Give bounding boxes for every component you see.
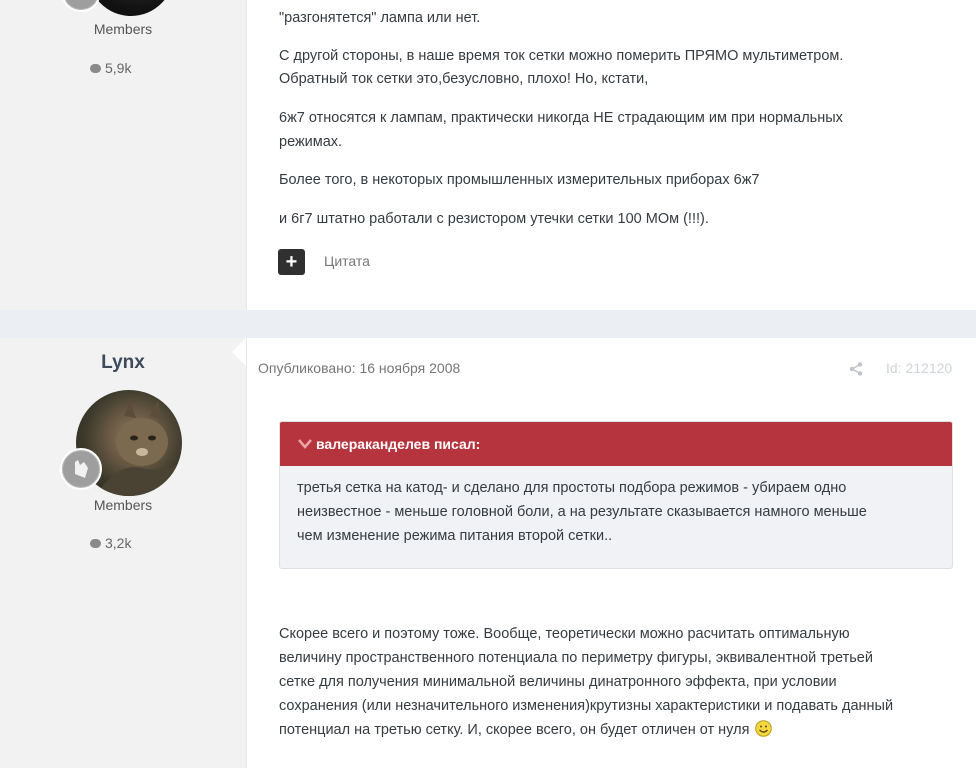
comment-icon [90,63,101,73]
chevron-down-icon [298,423,316,467]
quote-line: неизвестное - меньше головной боли, а на… [297,504,867,520]
post-text: сетке для получения минимальной величины… [279,674,837,690]
post-text: 6ж7 относятся к лампам, практически нико… [279,110,843,126]
rank-badge-icon [60,448,102,490]
post-2: Lynx Members 3,2k Опубликовано: 16 ноябр… [0,338,976,768]
post-text: Обратный ток сетки это,безусловно, плохо… [279,71,649,87]
post-text-content: потенциал на третью сетку. И, скорее все… [279,722,750,738]
quote-line: третья сетка на катод- и сделано для про… [297,480,847,496]
post-date[interactable]: Опубликовано: 16 ноября 2008 [258,360,460,376]
sidebar-arrow [232,338,246,366]
quote-body: третья сетка на катод- и сделано для про… [280,466,952,548]
post-count-value: 3,2k [105,535,132,551]
comment-icon [90,538,101,548]
quote-line: чем изменение режима питания второй сетк… [297,528,613,544]
post-count[interactable]: 3,2k [90,535,131,551]
post-count-value: 5,9k [105,60,132,76]
quote-block: валераканделев писал: третья сетка на ка… [279,421,953,569]
post-id: Id: 212120 [886,360,953,376]
post-divider [0,310,976,338]
post-text: режимах. [279,134,343,150]
avatar[interactable] [88,0,174,16]
post-count[interactable]: 5,9k [90,60,131,76]
post-1: Members 5,9k "разгонятется" лампа или не… [0,0,976,310]
post-text: Более того, в некоторых промышленных изм… [279,172,760,188]
author-sidebar: Members 5,9k [0,0,247,310]
member-rank: Members [93,21,153,37]
post-text: Скорее всего и поэтому тоже. Вообще, тео… [279,626,850,642]
smiley-emoji-icon [755,720,773,737]
post-text: величину пространственного потенциала по… [279,650,873,666]
post-text: С другой стороны, в наше время ток сетки… [279,48,844,64]
author-username[interactable]: Lynx [0,352,246,374]
quote-button[interactable]: Цитата [324,253,370,269]
rank-badge-icon [62,0,100,12]
author-sidebar: Lynx Members 3,2k [0,338,247,768]
multiquote-plus-button[interactable]: + [278,249,305,275]
post-text: и 6г7 штатно работали с резистором утечк… [279,211,709,227]
quote-author: валераканделев писал: [316,436,481,452]
post-text: потенциал на третью сетку. И, скорее все… [279,718,773,742]
quote-header[interactable]: валераканделев писал: [280,422,952,466]
post-text: сохранения (или незначительного изменени… [279,698,894,714]
share-icon[interactable] [849,362,863,376]
member-rank: Members [93,497,153,513]
post-text: "разгонятется" лампа или нет. [279,10,481,26]
